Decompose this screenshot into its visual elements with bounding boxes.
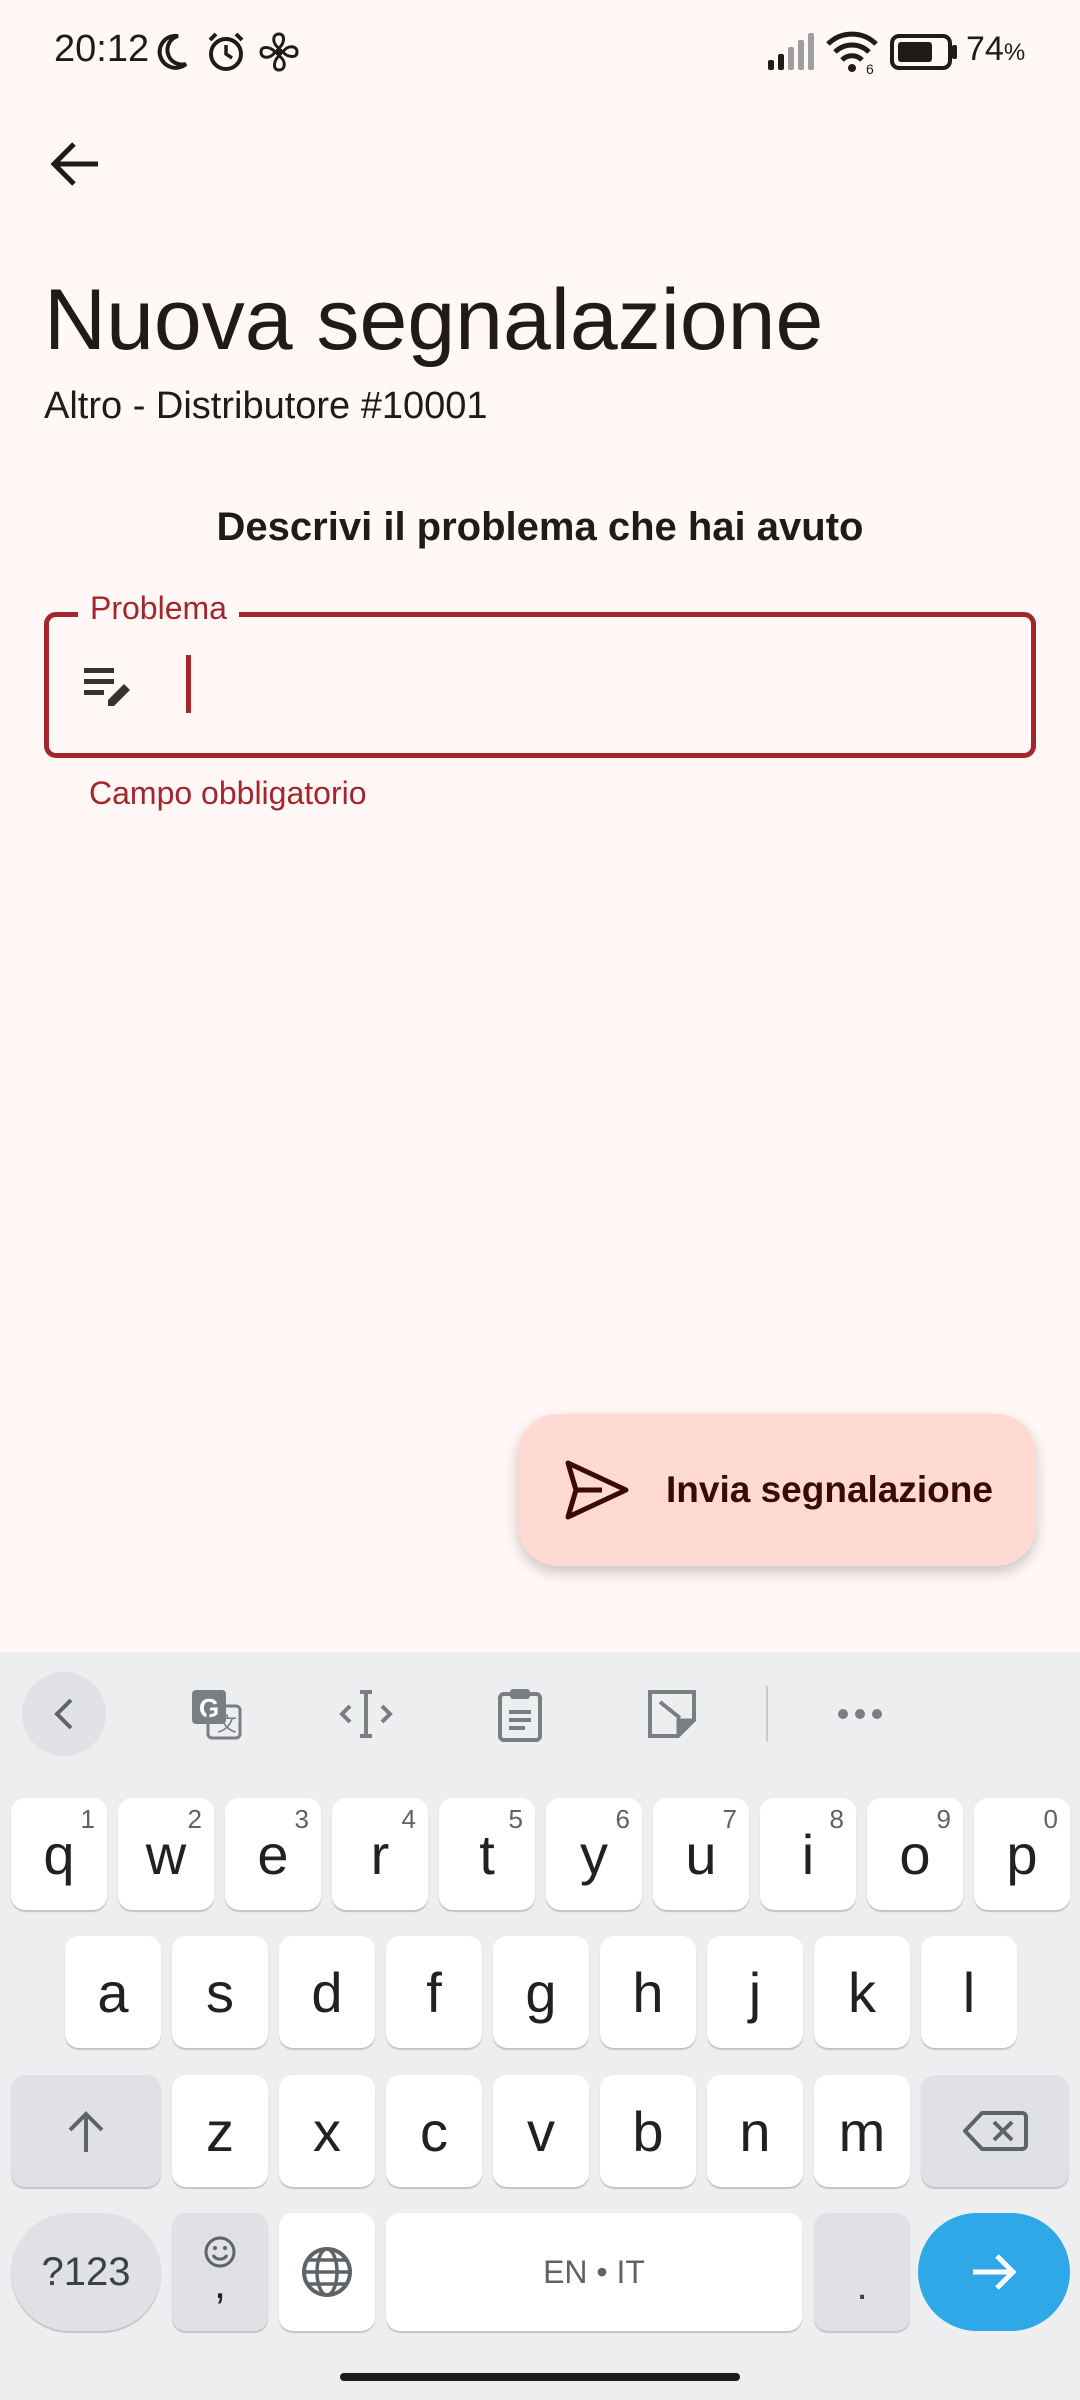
battery-icon — [890, 34, 957, 70]
key-g[interactable]: g — [493, 1936, 589, 2048]
key-letter: p — [1006, 1822, 1038, 1886]
key-k[interactable]: k — [814, 1936, 910, 2048]
key-u[interactable]: u7 — [653, 1798, 749, 1910]
key-h[interactable]: h — [600, 1936, 696, 2048]
key-p[interactable]: p0 — [974, 1798, 1070, 1910]
key-i[interactable]: i8 — [760, 1798, 856, 1910]
send-icon — [565, 1460, 629, 1520]
chevron-left-icon — [54, 1698, 73, 1730]
key-b[interactable]: b — [600, 2075, 696, 2187]
wifi-icon: 6 — [826, 31, 878, 74]
key-letter: y — [580, 1822, 608, 1886]
clipboard-button[interactable] — [484, 1678, 556, 1750]
key-y[interactable]: y6 — [546, 1798, 642, 1910]
backspace-icon — [963, 2111, 1028, 2151]
enter-key[interactable] — [918, 2213, 1070, 2331]
key-r[interactable]: r4 — [332, 1798, 428, 1910]
space-key[interactable]: EN • IT — [386, 2213, 802, 2331]
key-letter: r — [370, 1822, 390, 1886]
key-hint: 1 — [80, 1804, 95, 1834]
page-title: Nuova segnalazione — [44, 272, 824, 368]
alarm-icon — [208, 32, 244, 71]
send-report-button[interactable]: Invia segnalazione — [518, 1414, 1036, 1566]
arrow-up-icon — [68, 2111, 104, 2152]
text-cursor-icon — [339, 1690, 393, 1738]
key-d[interactable]: d — [279, 1936, 375, 2048]
send-report-label: Invia segnalazione — [666, 1469, 993, 1510]
key-x[interactable]: x — [279, 2075, 375, 2187]
key-letter: q — [43, 1822, 75, 1886]
page-subtitle: Altro - Distributore #10001 — [44, 385, 488, 427]
key-hint: 5 — [508, 1804, 523, 1834]
fan-icon — [259, 32, 299, 72]
symbols-key[interactable]: ?123 — [11, 2213, 161, 2331]
translate-icon: G 文 — [192, 1690, 242, 1740]
svg-text:文: 文 — [217, 1713, 237, 1736]
moon-icon — [157, 33, 188, 70]
key-j[interactable]: j — [707, 1936, 803, 2048]
clipboard-icon — [498, 1689, 542, 1742]
sticker-icon — [648, 1690, 696, 1738]
signal-icon — [768, 33, 814, 70]
key-hint: 3 — [294, 1804, 309, 1834]
comma-label: , — [213, 2259, 227, 2308]
battery-percent: 74% — [966, 30, 1025, 69]
key-hint: 4 — [401, 1804, 416, 1834]
form-prompt: Descrivi il problema che hai avuto — [216, 505, 864, 549]
key-c[interactable]: c — [386, 2075, 482, 2187]
text-cursor-button[interactable] — [330, 1678, 402, 1750]
key-letter: o — [899, 1822, 931, 1886]
key-letter: w — [145, 1822, 187, 1886]
key-z[interactable]: z — [172, 2075, 268, 2187]
key-a[interactable]: a — [65, 1936, 161, 2048]
key-e[interactable]: e3 — [225, 1798, 321, 1910]
more-options-button[interactable] — [824, 1678, 896, 1750]
problem-input[interactable] — [44, 612, 1036, 758]
emoji-comma-key[interactable]: , — [172, 2213, 268, 2331]
keyboard-collapse-button[interactable] — [22, 1672, 106, 1756]
key-f[interactable]: f — [386, 1936, 482, 2048]
problem-input-label: Problema — [78, 590, 239, 627]
key-hint: 0 — [1043, 1804, 1058, 1834]
edit-notes-icon — [84, 668, 130, 706]
key-hint: 7 — [722, 1804, 737, 1834]
toolbar-divider — [766, 1686, 768, 1742]
more-icon — [838, 1709, 882, 1719]
key-hint: 6 — [615, 1804, 630, 1834]
period-key[interactable]: . — [814, 2213, 910, 2331]
home-indicator[interactable] — [340, 2373, 740, 2381]
helper-text: Campo obbligatorio — [89, 775, 367, 811]
back-button[interactable] — [36, 124, 116, 204]
key-letter: i — [801, 1822, 815, 1886]
key-l[interactable]: l — [921, 1936, 1017, 2048]
key-o[interactable]: o9 — [867, 1798, 963, 1910]
key-v[interactable]: v — [493, 2075, 589, 2187]
shift-key[interactable] — [11, 2075, 161, 2187]
battery-percent-value: 74 — [966, 30, 1004, 68]
key-w[interactable]: w2 — [118, 1798, 214, 1910]
sticker-button[interactable] — [636, 1678, 708, 1750]
key-n[interactable]: n — [707, 2075, 803, 2187]
key-q[interactable]: q1 — [11, 1798, 107, 1910]
key-t[interactable]: t5 — [439, 1798, 535, 1910]
language-key[interactable] — [279, 2213, 375, 2331]
globe-icon — [302, 2247, 352, 2297]
key-s[interactable]: s — [172, 1936, 268, 2048]
key-hint: 8 — [829, 1804, 844, 1834]
translate-button[interactable]: G 文 — [180, 1678, 252, 1750]
battery-percent-symbol: % — [1003, 39, 1026, 66]
text-cursor — [186, 655, 191, 713]
svg-text:6: 6 — [866, 61, 874, 74]
key-letter: e — [257, 1822, 289, 1886]
backspace-key[interactable] — [921, 2075, 1069, 2187]
key-letter: u — [685, 1822, 717, 1886]
key-hint: 2 — [187, 1804, 202, 1834]
key-letter: t — [479, 1822, 495, 1886]
arrow-back-icon — [50, 142, 98, 186]
key-hint: 9 — [936, 1804, 951, 1834]
arrow-right-icon — [973, 2254, 1017, 2290]
status-time: 20:12 — [54, 28, 150, 70]
key-m[interactable]: m — [814, 2075, 910, 2187]
